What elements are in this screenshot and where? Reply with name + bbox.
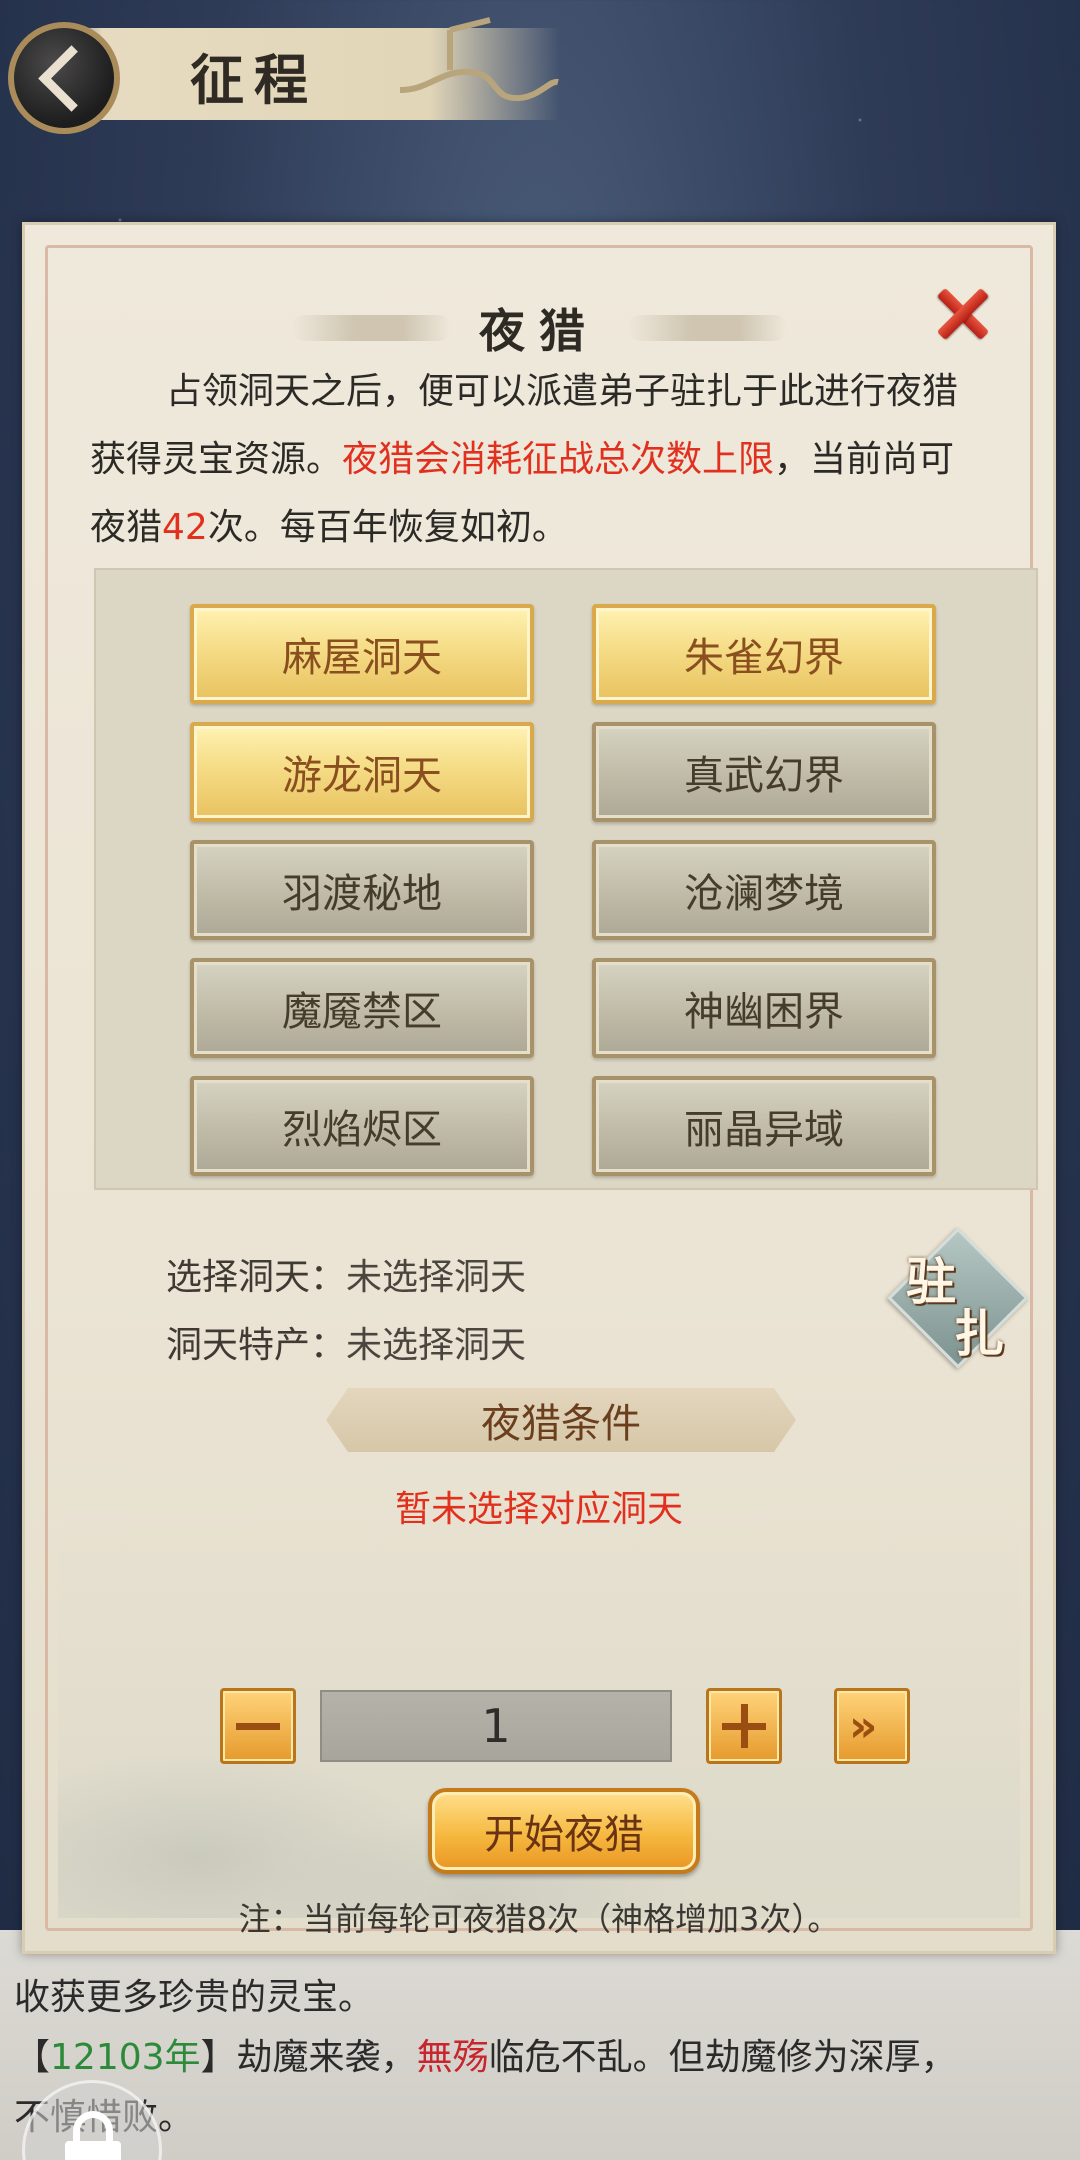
conditions-note: 暂未选择对应洞天 xyxy=(394,1489,683,1530)
realm-button-lijing[interactable]: 丽晶异域 xyxy=(592,1076,936,1176)
footnote: 注：当前每轮可夜猎8次（神格增加3次）。 xyxy=(238,1900,840,1938)
quantity-field[interactable]: 1 xyxy=(320,1690,672,1762)
decrease-button[interactable] xyxy=(220,1688,296,1764)
realm-button-zhuque[interactable]: 朱雀幻界 xyxy=(592,604,936,704)
increase-button[interactable] xyxy=(706,1688,782,1764)
close-icon[interactable] xyxy=(928,278,998,348)
realm-button-yudu[interactable]: 羽渡秘地 xyxy=(190,840,534,940)
title-ornament-right xyxy=(627,315,787,341)
start-night-hunt-button[interactable]: 开始夜猎 xyxy=(428,1788,700,1874)
cloud-ornament-icon xyxy=(399,17,559,102)
realm-button-canglan[interactable]: 沧澜梦境 xyxy=(592,840,936,940)
double-chevron-right-icon: » xyxy=(849,1701,878,1752)
event-log-line: 收获更多珍贵的灵宝。 xyxy=(14,1977,375,2018)
event-log-entry: 【12103年】劫魔来袭，無殇临危不乱。但劫魔修为深厚， xyxy=(14,2037,957,2078)
realm-product-row: 洞天特产：未选择洞天 xyxy=(166,1316,526,1368)
night-hunt-dialog: 夜猎 占领洞天之后，便可以派遣弟子驻扎于此进行夜猎 获得灵宝资源。夜猎会消耗征战… xyxy=(22,222,1056,1954)
selected-realm-label: 选择洞天： xyxy=(166,1257,347,1298)
limit-warning: 夜猎会消耗征战总次数上限 xyxy=(342,439,775,480)
realm-button-lieyan[interactable]: 烈焰烬区 xyxy=(190,1076,534,1176)
realm-button-shenyou[interactable]: 神幽困界 xyxy=(592,958,936,1058)
back-button[interactable] xyxy=(8,22,120,134)
realm-button-youlong[interactable]: 游龙洞天 xyxy=(190,722,534,822)
selected-realm-row: 选择洞天：未选择洞天 xyxy=(166,1248,526,1300)
title-ornament-left xyxy=(291,315,451,341)
top-bar: 征程 xyxy=(0,0,1080,150)
selected-realm-value: 未选择洞天 xyxy=(346,1257,527,1298)
dialog-title: 夜猎 xyxy=(479,304,599,358)
realm-button-maw[interactable]: 麻屋洞天 xyxy=(190,604,534,704)
max-button[interactable]: » xyxy=(834,1688,910,1764)
event-year: 12103年 xyxy=(50,2037,201,2078)
intro-text: 占领洞天之后，便可以派遣弟子驻扎于此进行夜猎 获得灵宝资源。夜猎会消耗征战总次数… xyxy=(90,371,959,548)
back-arrow-icon xyxy=(37,44,105,112)
remaining-count: 42 xyxy=(162,507,208,548)
station-button[interactable]: 驻 扎 xyxy=(887,1227,1029,1369)
realm-button-zhenwu[interactable]: 真武幻界 xyxy=(592,722,936,822)
disciple-name: 無殇 xyxy=(416,2037,489,2078)
conditions-header: 夜猎条件 xyxy=(326,1388,796,1452)
realm-product-label: 洞天特产： xyxy=(166,1325,347,1366)
realm-button-moyan[interactable]: 魔魇禁区 xyxy=(190,958,534,1058)
page-title: 征程 xyxy=(190,48,318,112)
realm-product-value: 未选择洞天 xyxy=(346,1325,527,1366)
realm-selection-grid: 麻屋洞天 朱雀幻界 游龙洞天 真武幻界 羽渡秘地 沧澜梦境 魔魇禁区 神幽困界 … xyxy=(94,568,1038,1190)
event-log-line: 不慎惜败。 xyxy=(14,2088,1064,2148)
